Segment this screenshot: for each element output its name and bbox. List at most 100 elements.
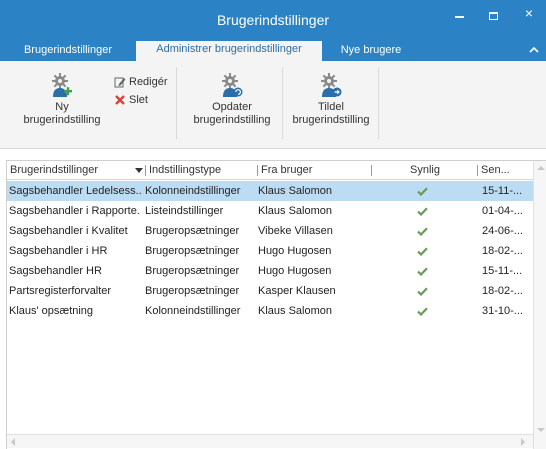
column-header-indstillingstype[interactable]: Indstillingstype: [146, 161, 258, 180]
delete-label: Slet: [129, 94, 148, 106]
cell-visible: [370, 181, 474, 201]
ribbon: Ny brugerindstilling Redigér Slet Opdate…: [0, 61, 546, 149]
cell-visible: [370, 201, 474, 221]
scroll-down-icon[interactable]: [537, 428, 545, 432]
assign-user-setting-label-2: brugerindstilling: [292, 114, 370, 126]
cell-name: Sagsbehandler i Kvalitet: [9, 225, 128, 237]
gear-add-icon: [52, 73, 72, 97]
table-row[interactable]: Partsregisterforvalter Brugeropsætninger K…: [7, 281, 533, 301]
cell-user: Hugo Hugosen: [258, 245, 332, 257]
title-bar: Brugerindstillinger ×: [0, 0, 546, 40]
chevron-up-icon[interactable]: [528, 44, 540, 56]
table-row[interactable]: Sagsbehandler i Kvalitet Brugeropsætninge…: [7, 221, 533, 241]
cell-user: Vibeke Villasen: [258, 225, 333, 237]
tab-administrer-brugerindstillinger[interactable]: Administrer brugerindstillinger: [136, 41, 322, 61]
assign-user-setting-button[interactable]: Tildel brugerindstilling: [286, 69, 376, 135]
sort-descending-icon: [135, 168, 143, 173]
checkmark-icon: [416, 187, 428, 196]
tab-brugerindstillinger[interactable]: Brugerindstillinger: [0, 42, 136, 61]
maximize-button[interactable]: [476, 0, 510, 30]
table-row[interactable]: Sagsbehandler HR Brugeropsætninger Hugo Hu…: [7, 261, 533, 281]
cell-visible: [370, 221, 474, 241]
checkmark-icon: [416, 207, 428, 216]
update-user-setting-label-2: brugerindstilling: [193, 114, 271, 126]
new-user-setting-button[interactable]: Ny brugerindstilling: [14, 69, 110, 135]
cell-visible: [370, 261, 474, 281]
horizontal-scrollbar[interactable]: [7, 434, 533, 448]
vertical-scrollbar[interactable]: [533, 161, 546, 449]
cell-visible: [370, 301, 474, 321]
new-user-setting-label-1: Ny: [55, 101, 69, 113]
edit-button[interactable]: Redigér: [114, 75, 168, 89]
column-header-label: Sen...: [481, 164, 510, 176]
checkmark-icon: [416, 247, 428, 256]
cell-user: Kasper Klausen: [258, 285, 336, 297]
ribbon-separator: [378, 67, 379, 139]
ribbon-separator: [282, 67, 283, 139]
scroll-right-icon[interactable]: [521, 438, 525, 446]
table-row[interactable]: Sagsbehandler i Rapporte... Listeindstill…: [7, 201, 533, 221]
update-user-setting-button[interactable]: Opdater brugerindstilling: [184, 69, 280, 135]
cell-name: Sagsbehandler Ledelsess...: [9, 185, 141, 197]
minimize-button[interactable]: [442, 0, 476, 30]
checkmark-icon: [416, 227, 428, 236]
cell-name: Partsregisterforvalter: [9, 285, 112, 297]
cell-type: Brugeropsætninger: [145, 225, 240, 237]
cell-user: Hugo Hugosen: [258, 265, 332, 277]
cell-name: Klaus' opsætning: [9, 305, 94, 317]
maximize-icon: [488, 12, 498, 21]
delete-button[interactable]: Slet: [114, 93, 148, 107]
cell-type: Kolonneindstillinger: [145, 185, 241, 197]
cell-date: 15-11-...: [482, 185, 523, 197]
scroll-left-icon[interactable]: [11, 438, 15, 446]
cell-visible: [370, 281, 474, 301]
edit-label: Redigér: [129, 76, 168, 88]
cell-type: Brugeropsætninger: [145, 245, 240, 257]
column-header-synlig[interactable]: Synlig: [372, 161, 478, 180]
scroll-up-icon[interactable]: [537, 166, 545, 170]
cell-name: Sagsbehandler i Rapporte...: [9, 205, 141, 217]
cell-date: 18-02-...: [482, 245, 523, 257]
checkmark-icon: [416, 307, 428, 316]
table-row[interactable]: Klaus' opsætning Kolonneindstillinger Klau…: [7, 301, 533, 321]
cell-type: Kolonneindstillinger: [145, 305, 241, 317]
cell-date: 15-11-...: [482, 265, 523, 277]
cell-date: 18-02-...: [482, 285, 523, 297]
checkmark-icon: [416, 287, 428, 296]
cell-date: 31-10-...: [482, 305, 523, 317]
cell-user: Klaus Salomon: [258, 185, 332, 197]
column-header-senest[interactable]: Sen...: [478, 161, 533, 180]
cell-date: 24-06-...: [482, 225, 523, 237]
table-header: Brugerindstillinger Indstillingstype Fra…: [7, 161, 533, 180]
cell-type: Brugeropsætninger: [145, 285, 240, 297]
cell-date: 01-04-...: [482, 205, 523, 217]
cell-type: Brugeropsætninger: [145, 265, 240, 277]
cell-type: Listeindstillinger: [145, 205, 224, 217]
cell-user: Klaus Salomon: [258, 205, 332, 217]
table-row[interactable]: Sagsbehandler Ledelsess... Kolonneindstil…: [7, 181, 533, 201]
ribbon-tabbar: Brugerindstillinger Administrer brugerin…: [0, 40, 546, 61]
cell-user: Klaus Salomon: [258, 305, 332, 317]
close-button[interactable]: ×: [512, 0, 546, 30]
cell-name: Sagsbehandler i HR: [9, 245, 108, 257]
ribbon-separator: [176, 67, 177, 139]
user-settings-table: Brugerindstillinger Indstillingstype Fra…: [6, 160, 546, 449]
gear-assign-icon: [321, 73, 342, 97]
cell-name: Sagsbehandler HR: [9, 265, 102, 277]
column-header-brugerindstillinger[interactable]: Brugerindstillinger: [7, 161, 146, 180]
update-user-setting-label-1: Opdater: [212, 101, 252, 113]
delete-icon: [115, 95, 125, 105]
new-user-setting-label-2: brugerindstilling: [23, 114, 101, 126]
checkmark-icon: [416, 267, 428, 276]
column-header-label: Brugerindstillinger: [10, 164, 99, 176]
table-row[interactable]: Sagsbehandler i HR Brugeropsætninger Hugo …: [7, 241, 533, 261]
column-header-label: Fra bruger: [261, 164, 313, 176]
edit-icon: [114, 77, 126, 88]
cell-visible: [370, 241, 474, 261]
column-header-label: Indstillingstype: [149, 164, 222, 176]
gear-refresh-icon: [222, 73, 243, 97]
tab-nye-brugere[interactable]: Nye brugere: [322, 42, 420, 61]
assign-user-setting-label-1: Tildel: [318, 101, 344, 113]
column-header-label: Synlig: [410, 164, 440, 176]
column-header-fra-bruger[interactable]: Fra bruger: [258, 161, 372, 180]
